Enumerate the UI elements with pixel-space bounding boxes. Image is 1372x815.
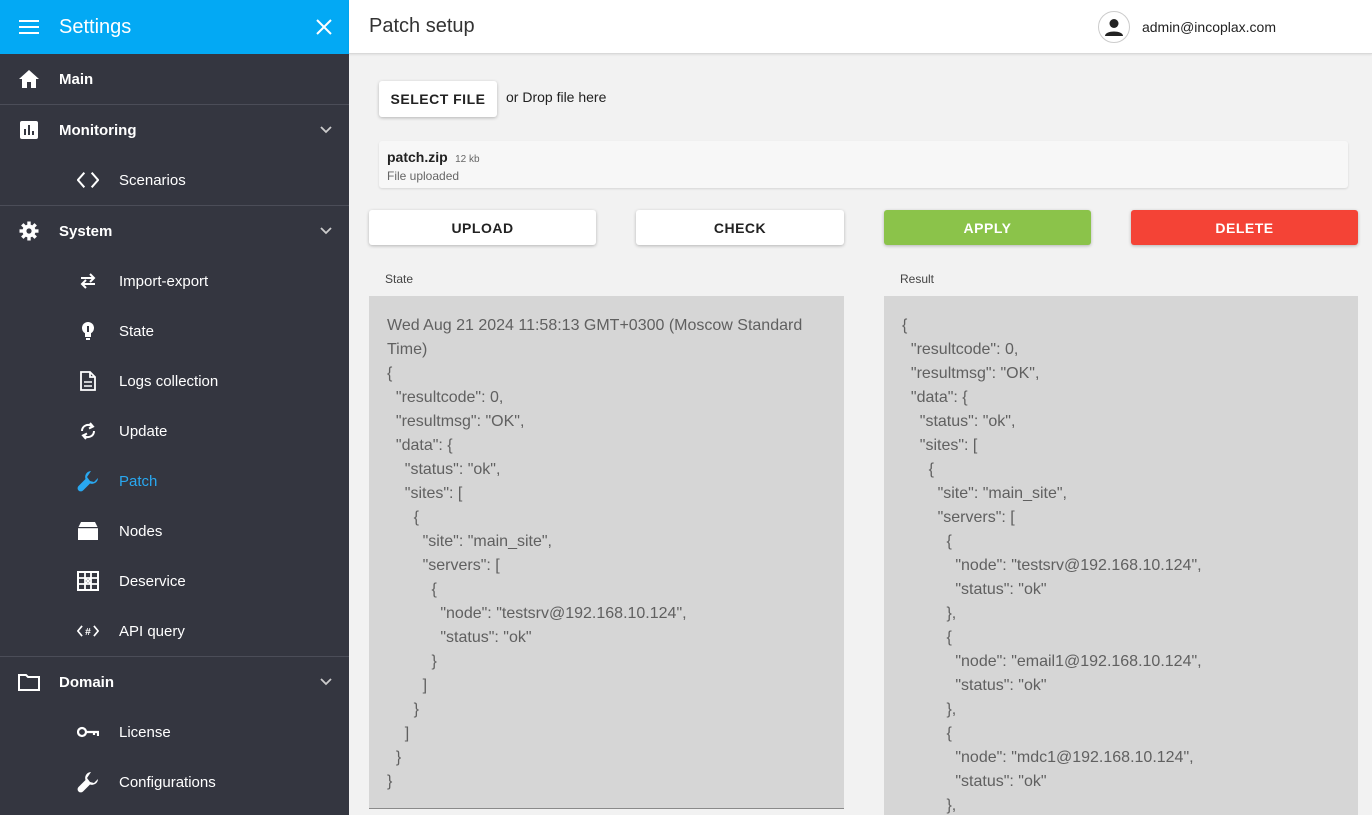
sidebar-item-domain[interactable]: Domain [0,657,349,707]
chevron-down-icon[interactable] [319,224,333,238]
sidebar-item-label: Deservice [119,572,186,590]
delete-button[interactable]: DELETE [1131,210,1358,245]
sidebar-item-api-query[interactable]: # API query [0,606,349,656]
sidebar-item-label: System [59,222,113,240]
result-panel-label: Result [900,272,935,286]
user-menu[interactable]: admin@incoplax.com [1097,10,1276,43]
sidebar-item-label: Nodes [119,522,163,540]
sidebar-item-update[interactable]: Update [0,406,349,456]
check-button[interactable]: CHECK [636,210,844,245]
sidebar-item-label: Update [119,422,168,440]
close-icon[interactable] [313,16,335,38]
sidebar-item-deservice[interactable]: Deservice [0,556,349,606]
apply-button[interactable]: APPLY [884,210,1091,245]
swap-icon [77,270,99,292]
svg-text:#: # [85,627,91,638]
sidebar-item-label: Main [59,70,94,88]
sidebar-item-logs-collection[interactable]: Logs collection [0,356,349,406]
chart-icon [18,119,40,141]
storage-icon [77,520,99,542]
sidebar-item-label: Scenarios [119,171,186,189]
wrench-icon [77,470,99,492]
page-title: Patch setup [369,15,475,37]
upload-button[interactable]: UPLOAD [369,210,596,245]
sidebar-item-label: API query [119,622,185,640]
select-file-button[interactable]: SELECT FILE [379,81,497,117]
sidebar-item-system[interactable]: System [0,206,349,256]
sidebar-item-import-export[interactable]: Import-export [0,256,349,306]
sidebar-item-patch[interactable]: Patch [0,456,349,506]
sync-icon [77,420,99,442]
grid-icon [77,570,99,592]
sidebar-item-nodes[interactable]: Nodes [0,506,349,556]
sidebar-item-label: License [119,723,171,741]
sidebar-item-state[interactable]: State [0,306,349,356]
drop-zone-text[interactable]: or Drop file here [506,89,606,105]
code-icon [77,169,99,191]
chevron-down-icon[interactable] [319,123,333,137]
api-icon: # [77,620,99,642]
file-size: 12 kb [455,154,480,165]
avatar[interactable] [1097,10,1130,43]
sidebar-item-label: Domain [59,673,115,691]
sidebar-title: Settings [59,15,132,38]
key-icon [77,721,99,743]
sidebar-header: Settings [0,0,349,54]
gear-icon [18,220,40,242]
wrench-icon [77,771,99,793]
result-output[interactable]: { "resultcode": 0, "resultmsg": "OK", "d… [884,296,1358,815]
sidebar-item-label: Patch [119,472,158,490]
sidebar: Settings Main Monitoring Scenarios Syste [0,0,349,815]
sidebar-item-main[interactable]: Main [0,54,349,104]
uploaded-file-card: patch.zip 12 kb File uploaded [379,141,1348,188]
chevron-down-icon[interactable] [319,675,333,689]
sidebar-item-configurations[interactable]: Configurations [0,757,349,807]
main-content: SELECT FILE or Drop file here patch.zip … [349,54,1372,815]
bulb-icon [77,320,99,342]
menu-icon[interactable] [18,16,40,38]
sidebar-item-label: State [119,322,155,340]
file-icon [77,370,99,392]
file-name: patch.zip [387,149,448,165]
folder-icon [18,671,40,693]
sidebar-item-label: Monitoring [59,121,137,139]
sidebar-item-monitoring[interactable]: Monitoring [0,105,349,155]
state-output[interactable]: Wed Aug 21 2024 11:58:13 GMT+0300 (Mosco… [369,296,844,809]
home-icon [18,68,40,90]
topbar: Patch setup admin@incoplax.com [349,0,1372,54]
sidebar-item-label: Import-export [119,272,209,290]
sidebar-item-license[interactable]: License [0,707,349,757]
sidebar-item-label: Logs collection [119,372,219,390]
user-email: admin@incoplax.com [1141,18,1276,35]
file-status: File uploaded [387,169,460,183]
sidebar-item-scenarios[interactable]: Scenarios [0,155,349,205]
sidebar-item-label: Configurations [119,773,216,791]
state-panel-label: State [385,272,414,286]
